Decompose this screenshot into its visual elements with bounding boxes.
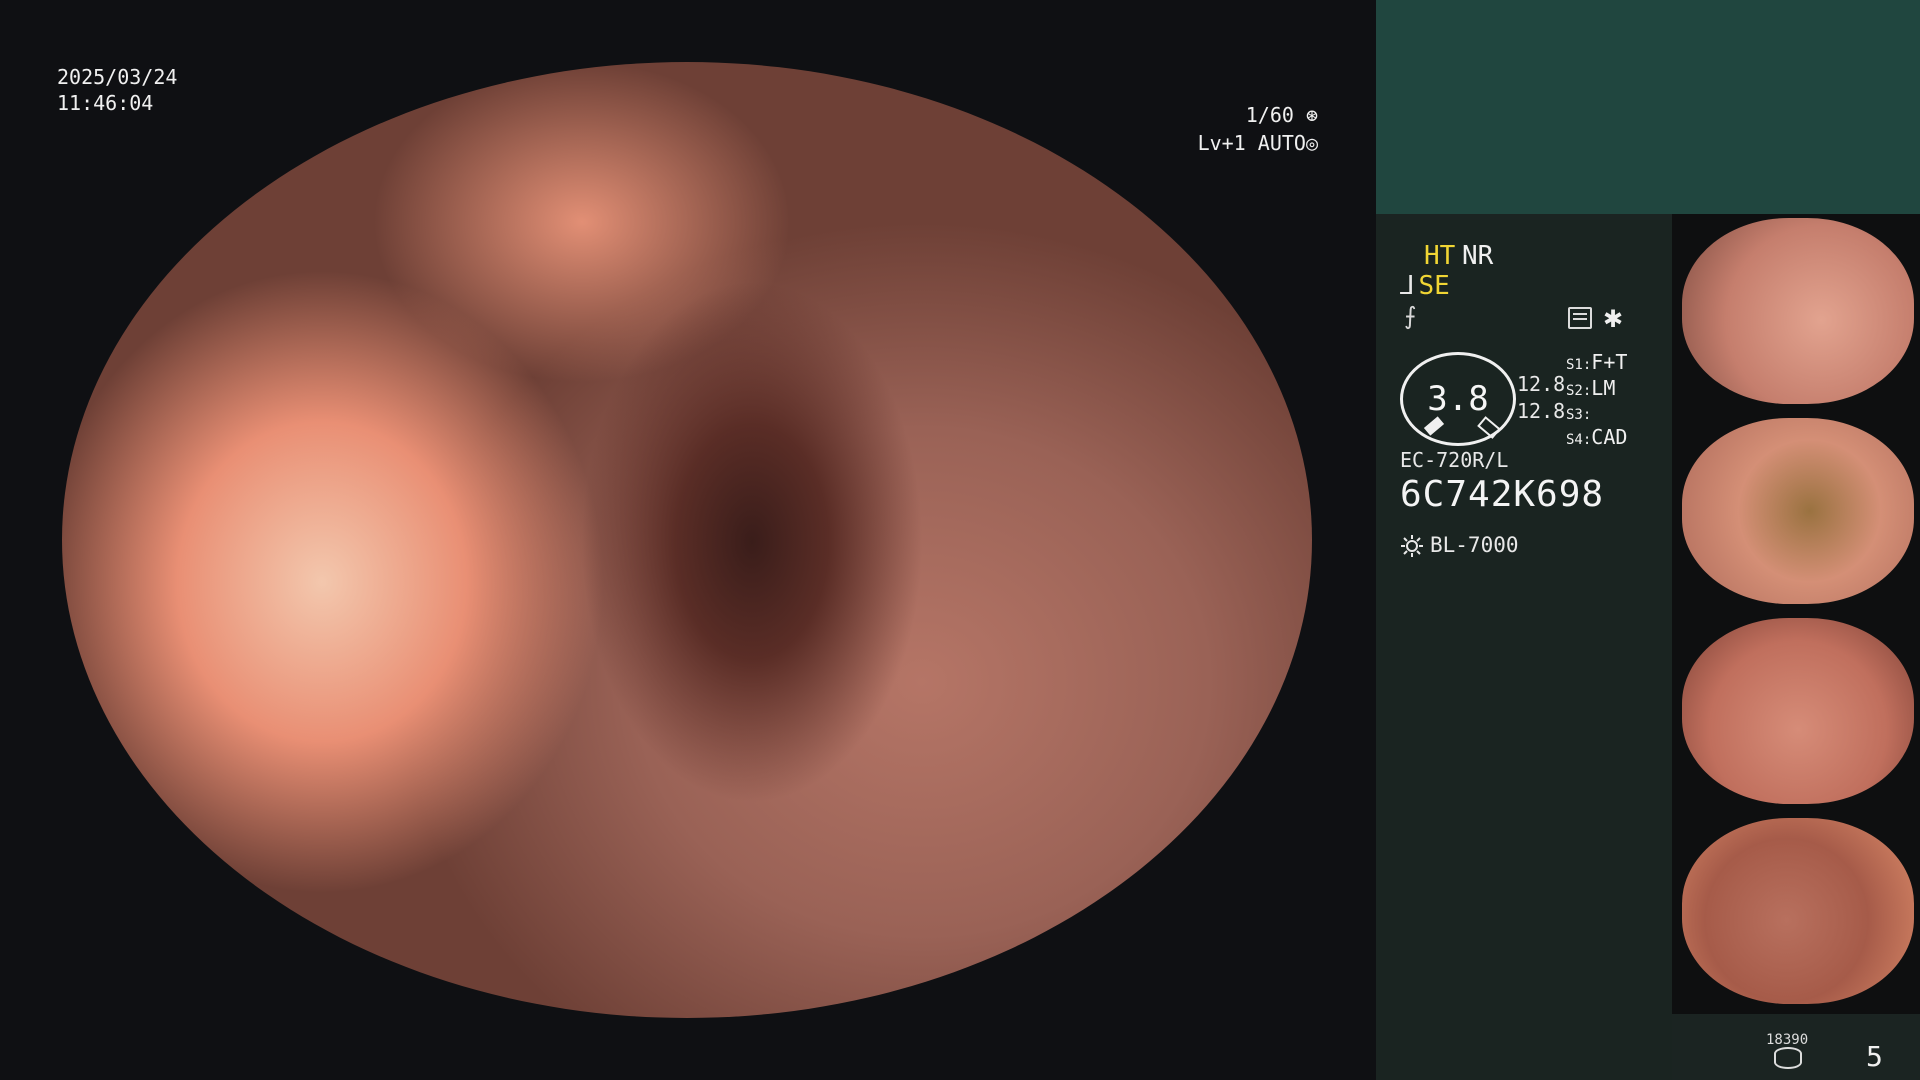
s2-label: S2: bbox=[1566, 383, 1592, 399]
sun-icon bbox=[1401, 535, 1423, 557]
thumbnail-strip bbox=[1672, 214, 1920, 1014]
time-text: 11:46:04 bbox=[57, 91, 154, 115]
storage-counter: 18390 bbox=[1766, 1032, 1809, 1048]
iris-row: Lv+1 AUTO◎ bbox=[1196, 129, 1318, 157]
nr-indicator: NR bbox=[1462, 241, 1494, 271]
shutter-speed: 1/60 bbox=[1245, 103, 1294, 127]
metric-value-2: 12.8 bbox=[1517, 399, 1566, 423]
thumbnail-2[interactable] bbox=[1682, 418, 1914, 604]
status-header-area bbox=[1376, 0, 1920, 214]
structure-enhance-icon: ⅃ bbox=[1400, 271, 1415, 301]
light-source-model: BL-7000 bbox=[1430, 533, 1519, 557]
page-number: 5 bbox=[1866, 1040, 1883, 1073]
grid-settings-icon bbox=[1568, 307, 1592, 329]
mode-text: AUTO bbox=[1257, 131, 1306, 155]
scope-switch-2: S2:LM bbox=[1566, 376, 1615, 400]
settings-panel bbox=[1376, 220, 1672, 1080]
brightness-gauge: 3.8 bbox=[1400, 352, 1516, 446]
s1-label: S1: bbox=[1566, 357, 1592, 373]
thumbnail-4[interactable] bbox=[1682, 818, 1914, 1004]
s3-label: S3: bbox=[1566, 407, 1592, 423]
aperture-icon: ⊛ bbox=[1305, 103, 1318, 127]
exposure-info: 1/60 ⊛ Lv+1 AUTO◎ bbox=[1196, 101, 1318, 157]
s2-value: LM bbox=[1591, 376, 1616, 400]
date-text: 2025/03/24 bbox=[57, 65, 178, 89]
right-panel: HT NR ⅃ SE ⨍ ✱ 3.8 12.8 12.8 S1:F+T S2:LM… bbox=[1376, 0, 1920, 1080]
scope-model: EC-720R/L bbox=[1400, 448, 1509, 472]
database-icon bbox=[1774, 1047, 1802, 1069]
auto-iris-icon: ◎ bbox=[1305, 131, 1318, 155]
se-text: SE bbox=[1418, 271, 1450, 301]
s4-label: S4: bbox=[1566, 432, 1592, 448]
brightness-left-marker-icon bbox=[1423, 416, 1445, 436]
s4-value: CAD bbox=[1591, 425, 1628, 449]
scope-switch-4: S4:CAD bbox=[1566, 425, 1627, 449]
scope-switch-1: S1:F+T bbox=[1566, 350, 1627, 374]
thumbnail-1[interactable] bbox=[1682, 218, 1914, 404]
endoscopy-image bbox=[62, 62, 1312, 1018]
shutter-row: 1/60 ⊛ bbox=[1196, 101, 1318, 129]
asterisk-icon: ✱ bbox=[1603, 306, 1624, 333]
level-text: Lv+1 bbox=[1197, 131, 1246, 155]
s1-value: F+T bbox=[1591, 350, 1628, 374]
metric-value-1: 12.8 bbox=[1517, 372, 1566, 396]
function-icon: ⨍ bbox=[1404, 303, 1417, 330]
ht-indicator: HT bbox=[1424, 241, 1456, 271]
light-source: BL-7000 bbox=[1400, 533, 1519, 558]
scope-switch-3: S3: bbox=[1566, 400, 1591, 424]
se-indicator: ⅃ SE bbox=[1400, 271, 1450, 301]
brightness-value: 3.8 bbox=[1427, 379, 1489, 419]
thumbnail-3[interactable] bbox=[1682, 618, 1914, 804]
timestamp: 2025/03/24 11:46:04 bbox=[57, 64, 177, 116]
scope-serial: 6C742K698 bbox=[1400, 474, 1605, 515]
